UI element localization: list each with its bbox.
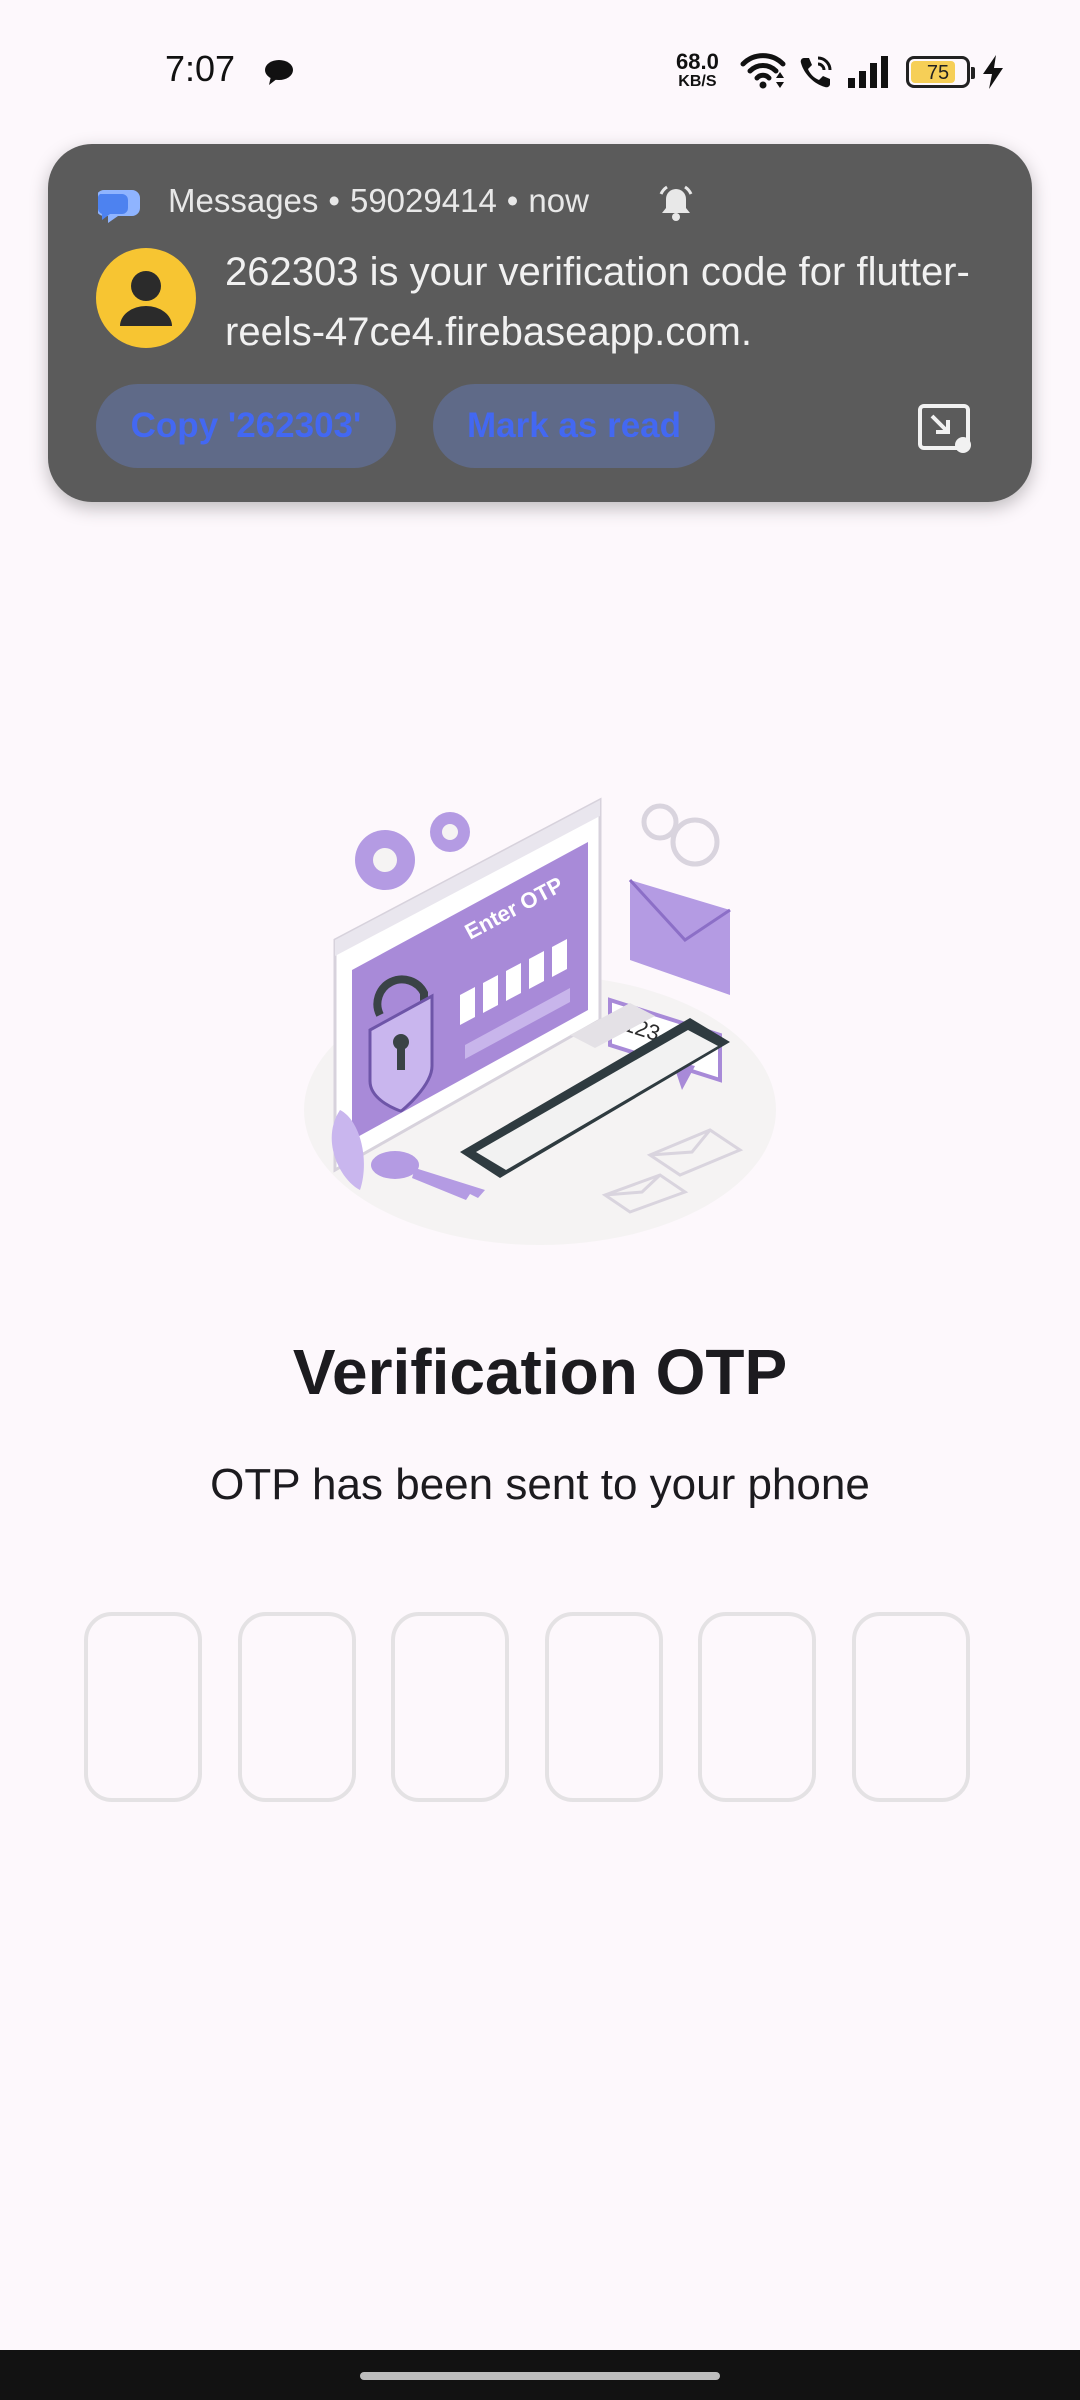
pop-out-icon[interactable] — [916, 402, 976, 456]
notification-sender: 59029414 — [349, 182, 497, 219]
cell-signal-icon — [848, 56, 888, 88]
status-bar: 7:07 68.0 KB/S 75 — [0, 0, 1080, 140]
network-speed-value: 68.0 — [676, 49, 719, 74]
messages-app-icon — [98, 190, 140, 223]
notification-header: Messages • 59029414 • now — [168, 182, 599, 220]
notification-time: now — [528, 182, 589, 219]
battery-icon: 75 — [906, 56, 975, 88]
network-speed-unit: KB/S — [678, 73, 717, 90]
otp-input-group — [84, 1612, 972, 1804]
mark-as-read-button[interactable]: Mark as read — [433, 384, 715, 468]
alerting-bell-icon — [659, 185, 693, 221]
otp-digit-1-input[interactable] — [84, 1612, 202, 1802]
sms-notification[interactable]: Messages • 59029414 • now 262303 is your ver… — [48, 144, 1032, 502]
otp-digit-5-input[interactable] — [698, 1612, 816, 1802]
notification-message: 262303 is your verification code for flu… — [225, 250, 970, 354]
status-time: 7:07 — [165, 48, 236, 89]
navigation-bar — [0, 2350, 1080, 2400]
notification-separator: • — [506, 182, 519, 219]
otp-verification-screen: 7:07 68.0 KB/S 75 Messages • 59029414 • … — [0, 0, 1080, 2400]
person-icon — [120, 271, 172, 326]
otp-digit-2-input[interactable] — [238, 1612, 356, 1802]
network-speed: 68.0 KB/S — [676, 49, 719, 92]
page-subtitle: OTP has been sent to your phone — [210, 1460, 870, 1509]
otp-digit-4-input[interactable] — [545, 1612, 663, 1802]
page-title: Verification OTP — [292, 1336, 788, 1408]
wifi-call-icon — [800, 56, 832, 88]
charging-bolt-icon — [983, 55, 1003, 89]
battery-level: 75 — [926, 62, 950, 84]
otp-digit-6-input[interactable] — [852, 1612, 970, 1802]
chat-bubble-icon — [265, 60, 293, 85]
contact-avatar — [96, 248, 196, 348]
otp-digit-3-input[interactable] — [391, 1612, 509, 1802]
copy-code-button[interactable]: Copy '262303' — [96, 384, 396, 468]
notification-app-name: Messages — [168, 182, 319, 219]
home-gesture-handle[interactable] — [360, 2372, 720, 2380]
wifi-icon — [740, 53, 786, 89]
notification-separator: • — [328, 182, 340, 219]
otp-illustration: Enter OTP 123-456 — [304, 797, 776, 1245]
